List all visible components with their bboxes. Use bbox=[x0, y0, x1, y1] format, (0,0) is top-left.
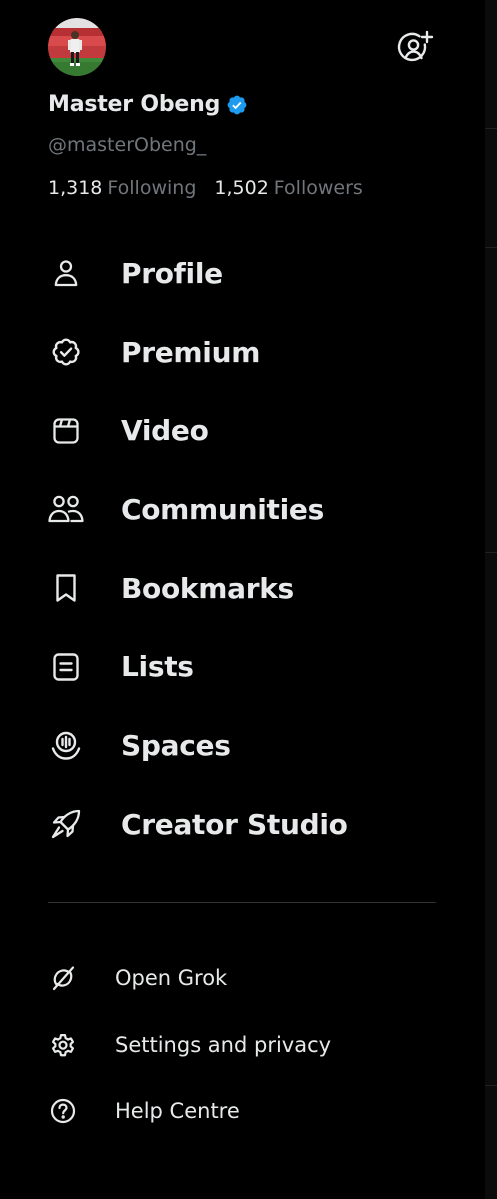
secondary-label-open-grok: Open Grok bbox=[115, 966, 228, 991]
secondary-item-open-grok[interactable]: Open Grok bbox=[0, 945, 485, 1012]
backdrop-overlay[interactable] bbox=[485, 0, 497, 1199]
grok-icon bbox=[47, 962, 79, 994]
list-icon bbox=[46, 647, 86, 687]
menu-item-video[interactable]: Video bbox=[0, 391, 485, 470]
menu-divider bbox=[48, 902, 436, 903]
display-name: Master Obeng bbox=[48, 92, 221, 117]
communities-icon bbox=[46, 489, 86, 529]
menu-label-premium: Premium bbox=[121, 335, 261, 369]
following-count: 1,318 bbox=[48, 177, 103, 199]
profile-handle: @masterObeng_ bbox=[48, 134, 207, 156]
followers-label: Followers bbox=[273, 177, 363, 199]
bookmark-icon bbox=[46, 568, 86, 608]
followers-count: 1,502 bbox=[214, 177, 269, 199]
menu-label-profile: Profile bbox=[121, 256, 223, 290]
add-account-icon[interactable] bbox=[396, 28, 436, 68]
verified-badge-icon bbox=[227, 95, 247, 114]
video-icon bbox=[46, 411, 86, 451]
secondary-label-settings: Settings and privacy bbox=[115, 1032, 332, 1057]
followers-link[interactable]: 1,502 Followers bbox=[214, 177, 362, 199]
menu-item-creator-studio[interactable]: Creator Studio bbox=[0, 785, 485, 864]
menu-label-spaces: Spaces bbox=[121, 728, 231, 762]
profile-name-row[interactable]: Master Obeng bbox=[48, 92, 248, 117]
backdrop-divider bbox=[485, 1085, 497, 1086]
backdrop-divider bbox=[485, 128, 497, 129]
menu-label-video: Video bbox=[121, 414, 209, 448]
side-drawer: Master Obeng @masterObeng_ 1,318 Followin… bbox=[0, 0, 485, 1199]
backdrop-divider bbox=[485, 552, 497, 553]
avatar[interactable] bbox=[48, 18, 106, 76]
rocket-icon bbox=[46, 804, 86, 844]
help-icon bbox=[47, 1095, 79, 1127]
follow-stats: 1,318 Following 1,502 Followers bbox=[48, 177, 381, 199]
menu-label-communities: Communities bbox=[121, 492, 324, 526]
premium-badge-icon bbox=[46, 332, 86, 372]
menu-item-bookmarks[interactable]: Bookmarks bbox=[0, 549, 485, 628]
menu-label-creator-studio: Creator Studio bbox=[121, 807, 348, 841]
main-menu: Profile Premium Video Communities Bookma… bbox=[0, 234, 485, 864]
menu-label-lists: Lists bbox=[121, 650, 194, 684]
secondary-menu: Open Grok Settings and privacy Help Cent… bbox=[0, 945, 485, 1145]
secondary-item-settings[interactable]: Settings and privacy bbox=[0, 1012, 485, 1079]
menu-item-lists[interactable]: Lists bbox=[0, 627, 485, 706]
menu-item-profile[interactable]: Profile bbox=[0, 234, 485, 313]
menu-item-premium[interactable]: Premium bbox=[0, 313, 485, 392]
backdrop-divider bbox=[485, 247, 497, 248]
menu-label-bookmarks: Bookmarks bbox=[121, 571, 294, 605]
secondary-label-help-centre: Help Centre bbox=[115, 1099, 240, 1124]
following-link[interactable]: 1,318 Following bbox=[48, 177, 196, 199]
gear-icon bbox=[47, 1029, 79, 1061]
spaces-icon bbox=[46, 725, 86, 765]
following-label: Following bbox=[107, 177, 197, 199]
person-icon bbox=[46, 253, 86, 293]
secondary-item-help-centre[interactable]: Help Centre bbox=[0, 1078, 485, 1145]
menu-item-communities[interactable]: Communities bbox=[0, 470, 485, 549]
menu-item-spaces[interactable]: Spaces bbox=[0, 706, 485, 785]
